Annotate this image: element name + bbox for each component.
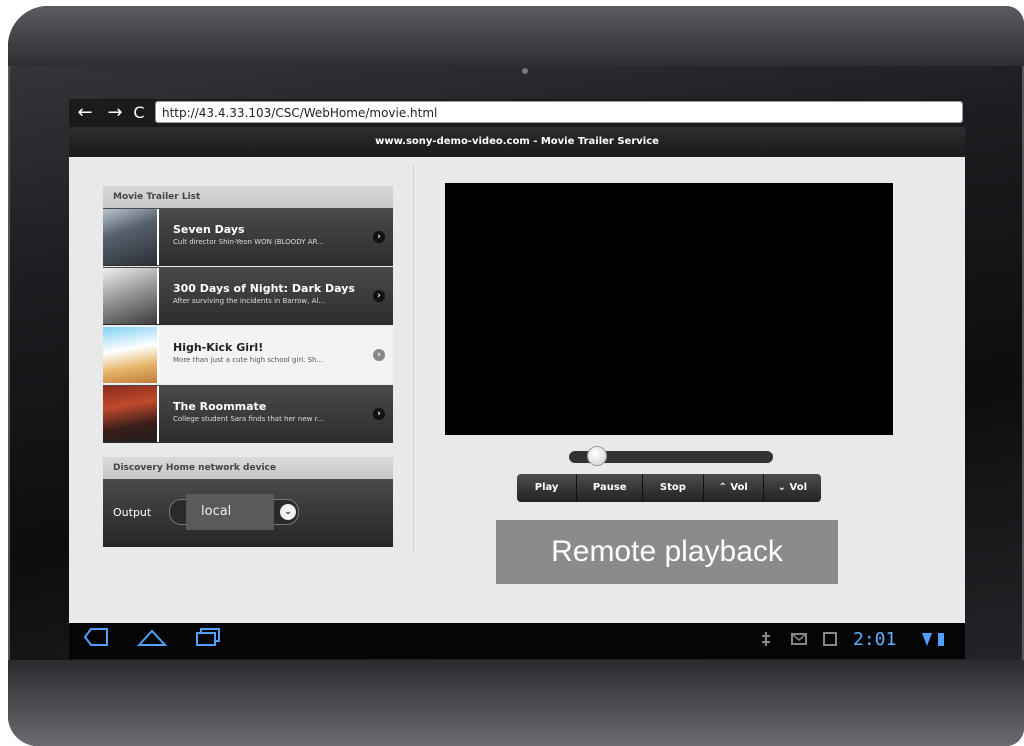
battery-icon [937, 631, 945, 651]
output-select-value: local [186, 494, 274, 530]
trailer-list: Seven Days Cult director Shin-Yeon WON (… [103, 208, 393, 444]
list-item[interactable]: 300 Days of Night: Dark Days After survi… [103, 267, 393, 325]
output-label: Output [113, 506, 152, 519]
tablet-bezel-top [8, 6, 1024, 66]
forward-arrow-icon[interactable]: → [105, 102, 125, 124]
tablet-bezel-bottom [8, 660, 1024, 746]
discovery-panel: Output local ⌄ [103, 479, 393, 547]
trailer-list-header: Movie Trailer List [103, 186, 393, 208]
list-item[interactable]: Seven Days Cult director Shin-Yeon WON (… [103, 208, 393, 266]
browser-toolbar: ← → C http://43.4.33.103/CSC/WebHome/mov… [69, 99, 965, 127]
calendar-icon [823, 631, 837, 650]
reload-icon[interactable]: C [129, 102, 149, 124]
chevron-right-icon: › [373, 349, 385, 361]
clock: 2:01 [853, 629, 897, 650]
chevron-right-icon: › [373, 231, 385, 243]
seek-slider[interactable] [569, 446, 773, 466]
chevron-right-icon: › [373, 408, 385, 420]
list-item[interactable]: High-Kick Girl! More than just a cute hi… [103, 326, 393, 384]
mail-icon [791, 631, 807, 650]
output-select[interactable]: local ⌄ [169, 494, 299, 530]
back-arrow-icon[interactable]: ← [75, 102, 95, 124]
discovery-header: Discovery Home network device [103, 457, 393, 479]
slider-knob[interactable] [587, 446, 607, 466]
wifi-icon [921, 631, 933, 651]
movie-poster-image [103, 209, 159, 265]
list-item[interactable]: The Roommate College student Sara finds … [103, 385, 393, 443]
movie-poster-image [103, 386, 159, 442]
camera-icon [522, 68, 528, 74]
movie-title: High-Kick Girl! [173, 341, 264, 354]
movie-description: Cult director Shin-Yeon WON (BLOODY AR..… [173, 238, 324, 246]
movie-title: Seven Days [173, 223, 245, 236]
video-player[interactable] [445, 183, 893, 435]
main-content: Movie Trailer List Seven Days Cult direc… [69, 157, 965, 623]
usb-icon [759, 631, 773, 651]
remote-playback-button[interactable]: Remote playback [496, 520, 838, 584]
chevron-down-icon[interactable]: ⌄ [280, 504, 296, 520]
url-bar[interactable]: http://43.4.33.103/CSC/WebHome/movie.htm… [155, 101, 963, 123]
volume-up-button[interactable]: ⌃ Vol [704, 474, 764, 502]
movie-description: After surviving the incidents in Barrow,… [173, 297, 326, 305]
page-title: www.sony-demo-video.com - Movie Trailer … [69, 127, 965, 157]
column-divider [413, 165, 414, 551]
volume-down-button[interactable]: ⌄ Vol [764, 474, 821, 502]
pause-button[interactable]: Pause [577, 474, 644, 502]
play-button[interactable]: Play [517, 474, 578, 502]
movie-description: College student Sara finds that her new … [173, 415, 324, 423]
movie-description: More than just a cute high school girl. … [173, 356, 324, 364]
movie-poster-image [103, 268, 159, 324]
movie-title: The Roommate [173, 400, 267, 413]
system-bar: 2:01 [69, 623, 965, 659]
recent-apps-icon[interactable] [195, 627, 221, 652]
movie-poster-image [103, 327, 159, 383]
playback-controls: Play Pause Stop ⌃ Vol ⌄ Vol [517, 474, 821, 502]
movie-title: 300 Days of Night: Dark Days [173, 282, 355, 295]
home-icon[interactable] [136, 627, 168, 652]
stop-button[interactable]: Stop [643, 474, 704, 502]
screen: ← → C http://43.4.33.103/CSC/WebHome/mov… [69, 99, 965, 659]
chevron-right-icon: › [373, 290, 385, 302]
back-icon[interactable] [83, 627, 109, 652]
